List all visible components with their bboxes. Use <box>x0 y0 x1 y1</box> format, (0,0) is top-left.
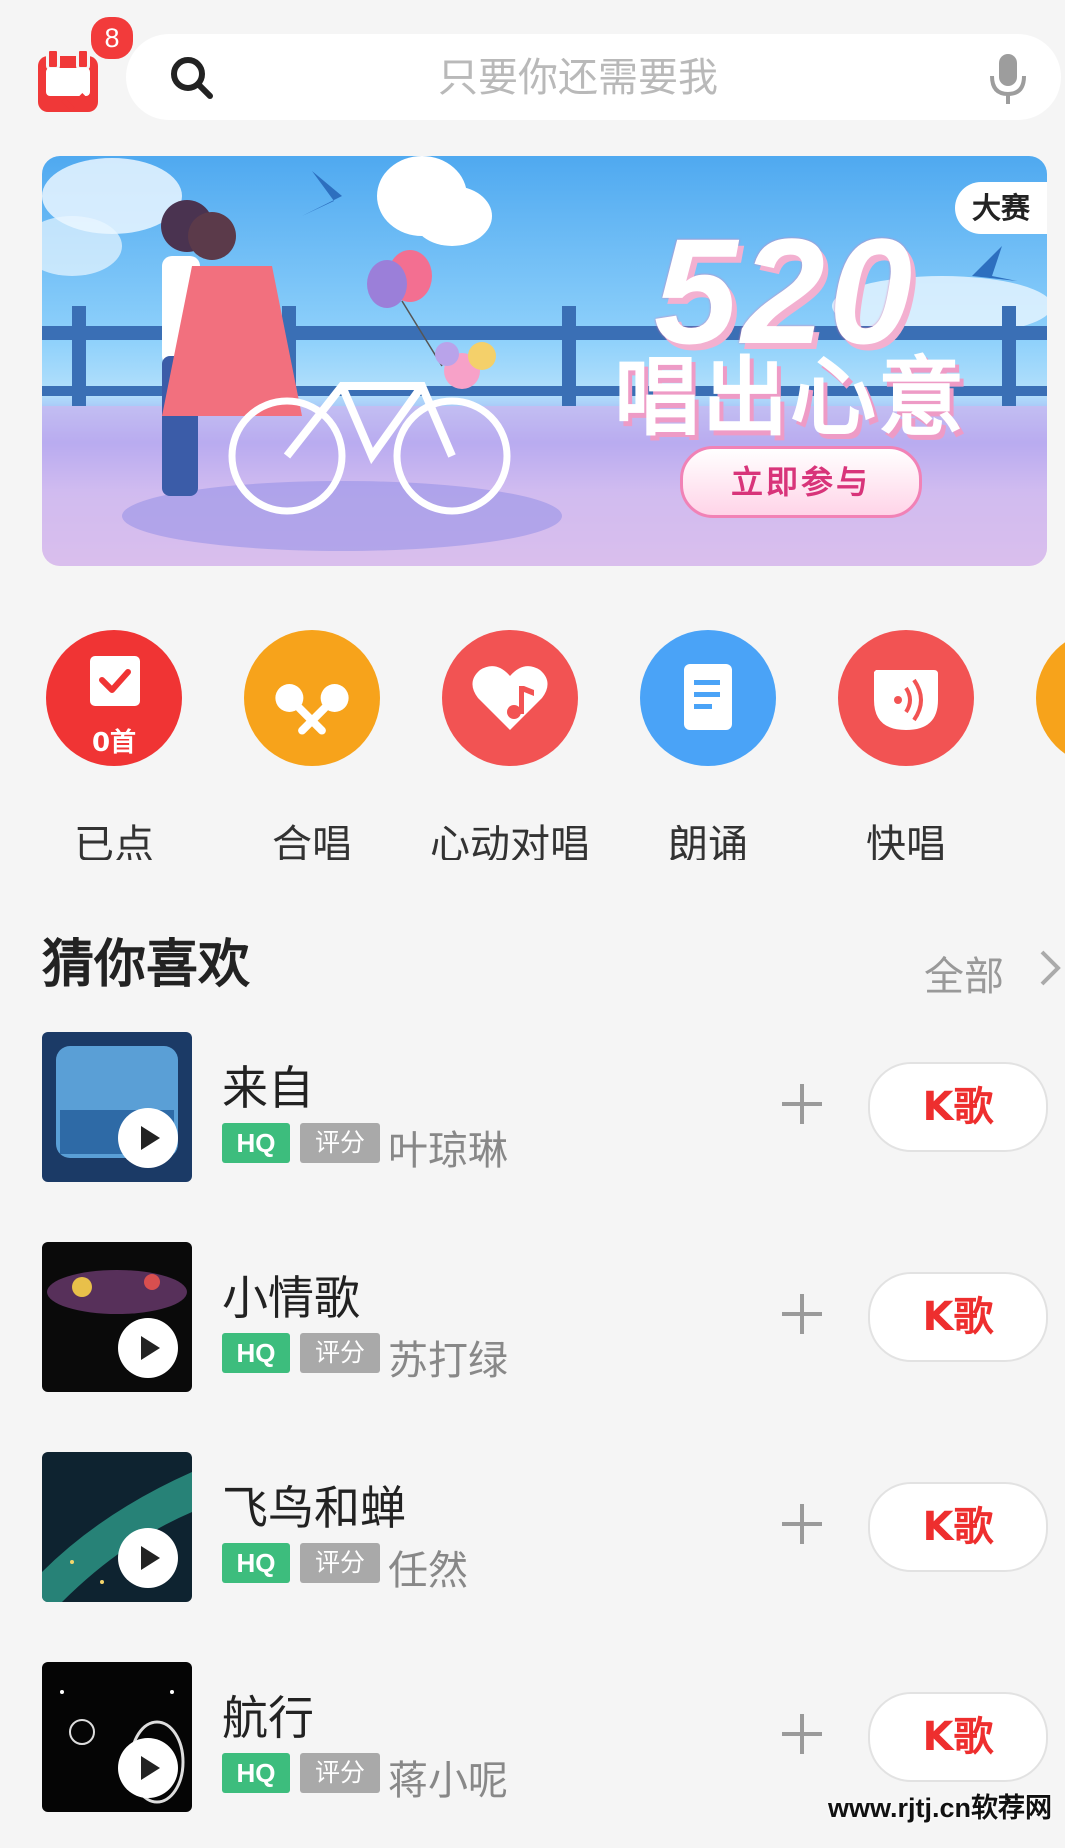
play-icon[interactable] <box>118 1528 178 1588</box>
banner-headline: 520 <box>654 207 917 375</box>
artist-name: 任然 <box>388 1548 468 1594</box>
document-icon <box>640 630 776 766</box>
banner-contest-tag: 大赛 <box>955 182 1047 234</box>
score-badge: 评分 <box>300 1753 380 1793</box>
section-title: 猜你喜欢 <box>42 935 251 995</box>
karaoke-button[interactable]: K歌 <box>868 1482 1048 1572</box>
song-row[interactable]: 小情歌 HQ 评分 苏打绿 K歌 <box>0 1242 1065 1392</box>
album-cover[interactable] <box>42 1662 192 1812</box>
shortcut-label: 发 <box>1004 812 1065 860</box>
duet-microphone-icon <box>244 630 380 766</box>
shortcut-row: 0首 已点 合唱 心动对唱 朗诵 快唱 <box>0 620 1065 860</box>
hq-badge: HQ <box>222 1543 290 1583</box>
top-bar: 8 <box>0 0 1065 150</box>
search-bar[interactable] <box>126 34 1061 122</box>
song-row[interactable]: 飞鸟和蝉 HQ 评分 任然 K歌 <box>0 1452 1065 1602</box>
heart-music-icon <box>442 630 578 766</box>
hq-badge: HQ <box>222 1753 290 1793</box>
add-icon[interactable] <box>780 1082 824 1126</box>
song-title: 航行 <box>222 1691 314 1745</box>
view-all-link[interactable]: 全部 <box>924 944 1004 1002</box>
search-input[interactable] <box>246 34 910 122</box>
site-watermark: www.rjtj.cn软荐网 <box>828 1793 1053 1823</box>
banner-slogan: 唱出心意 <box>614 348 966 448</box>
song-row[interactable]: 来自 HQ 评分 叶琼琳 K歌 <box>0 1032 1065 1182</box>
play-icon[interactable] <box>118 1318 178 1378</box>
karaoke-button[interactable]: K歌 <box>868 1272 1048 1362</box>
score-badge: 评分 <box>300 1543 380 1583</box>
chevron-right-icon[interactable] <box>1036 948 1065 988</box>
play-icon[interactable] <box>118 1108 178 1168</box>
score-badge: 评分 <box>300 1333 380 1373</box>
song-title: 飞鸟和蝉 <box>222 1481 406 1535</box>
album-cover[interactable] <box>42 1032 192 1182</box>
karaoke-button[interactable]: K歌 <box>868 1062 1048 1152</box>
album-cover[interactable] <box>42 1452 192 1602</box>
shortcut-partial[interactable]: 发 <box>1004 630 1065 860</box>
partial-icon <box>1036 630 1065 766</box>
shortcut-label: 朗诵 <box>668 822 748 860</box>
artist-name: 苏打绿 <box>388 1338 508 1384</box>
shortcut-duet[interactable]: 合唱 <box>212 630 412 860</box>
shortcut-selected[interactable]: 0首 已点 <box>14 630 214 860</box>
hq-badge: HQ <box>222 1123 290 1163</box>
play-icon[interactable] <box>118 1738 178 1798</box>
artist-name: 叶琼琳 <box>388 1128 508 1174</box>
score-badge: 评分 <box>300 1123 380 1163</box>
shortcut-label: 已点 <box>74 822 154 860</box>
hq-badge: HQ <box>222 1333 290 1373</box>
shortcut-recite[interactable]: 朗诵 <box>608 630 808 860</box>
song-title: 来自 <box>222 1061 314 1115</box>
shortcut-label: 心动对唱 <box>430 822 590 860</box>
calendar-icon[interactable] <box>38 48 102 112</box>
shortcut-heart-duet[interactable]: 心动对唱 <box>410 630 610 860</box>
quick-sing-icon <box>838 630 974 766</box>
notification-badge: 8 <box>88 14 136 62</box>
song-title: 小情歌 <box>222 1271 360 1325</box>
join-now-button[interactable]: 立即参与 <box>680 446 922 518</box>
add-icon[interactable] <box>780 1292 824 1336</box>
album-cover[interactable] <box>42 1242 192 1392</box>
shortcut-quick-sing[interactable]: 快唱 <box>806 630 1006 860</box>
checklist-icon: 0首 <box>46 630 182 766</box>
shortcut-label: 合唱 <box>272 822 352 860</box>
add-icon[interactable] <box>780 1502 824 1546</box>
karaoke-button[interactable]: K歌 <box>868 1692 1048 1782</box>
add-icon[interactable] <box>780 1712 824 1756</box>
artist-name: 蒋小呢 <box>388 1758 508 1804</box>
shortcut-label: 快唱 <box>866 822 946 860</box>
selected-count: 0首 <box>91 728 137 758</box>
search-icon[interactable] <box>170 56 214 100</box>
microphone-icon[interactable] <box>988 52 1028 106</box>
promo-banner[interactable]: 大赛 520 唱出心意 立即参与 <box>42 156 1047 566</box>
